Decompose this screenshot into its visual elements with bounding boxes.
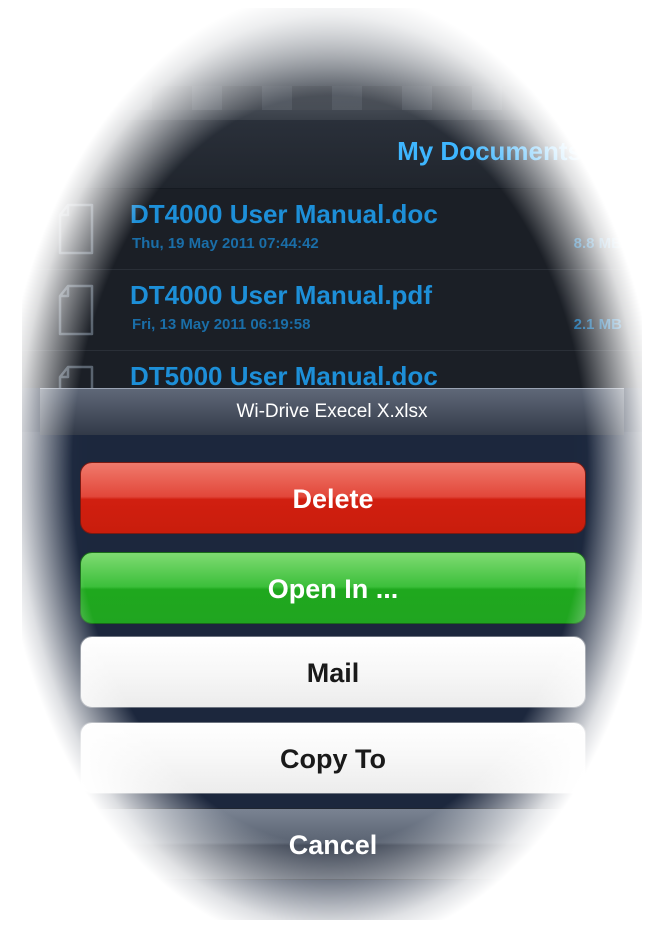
list-title: My Documents (397, 136, 582, 166)
app-screen: W My Documents DT4000 User Manual.doc Th… (22, 8, 642, 920)
file-name: DT4000 User Manual.doc (130, 199, 438, 229)
document-icon (58, 203, 94, 255)
list-header: My Documents (22, 120, 642, 189)
action-sheet-title: Wi-Drive Execel X.xlsx (236, 401, 428, 422)
file-date: Fri, 13 May 2011 06:19:58 (132, 316, 311, 333)
action-sheet-header: Wi-Drive Execel X.xlsx (40, 388, 624, 435)
app-frame: W My Documents DT4000 User Manual.doc Th… (22, 8, 642, 920)
file-size: 2.1 MB (573, 316, 622, 333)
file-row[interactable]: DT4000 User Manual.pdf Fri, 13 May 2011 … (22, 270, 642, 351)
file-row[interactable]: DT4000 User Manual.doc Thu, 19 May 2011 … (22, 189, 642, 270)
top-toolbar: W (22, 8, 642, 120)
cancel-button[interactable]: Cancel (80, 808, 586, 880)
mail-button[interactable]: Mail (80, 636, 586, 708)
file-size: 8.8 MB (573, 235, 622, 252)
toolbar-title-fragment: W (571, 30, 594, 57)
file-name: DT4000 User Manual.pdf (130, 280, 432, 310)
delete-button[interactable]: Delete (80, 462, 586, 534)
action-sheet: Wi-Drive Execel X.xlsx Delete Open In ..… (22, 388, 642, 920)
toolbar-back-shape[interactable] (62, 28, 132, 83)
open-in-button[interactable]: Open In ... (80, 552, 586, 624)
file-date: Thu, 19 May 2011 07:44:42 (132, 235, 319, 252)
copy-to-button[interactable]: Copy To (80, 722, 586, 794)
document-icon (58, 284, 94, 336)
toolbar-tab-strip (82, 86, 632, 110)
